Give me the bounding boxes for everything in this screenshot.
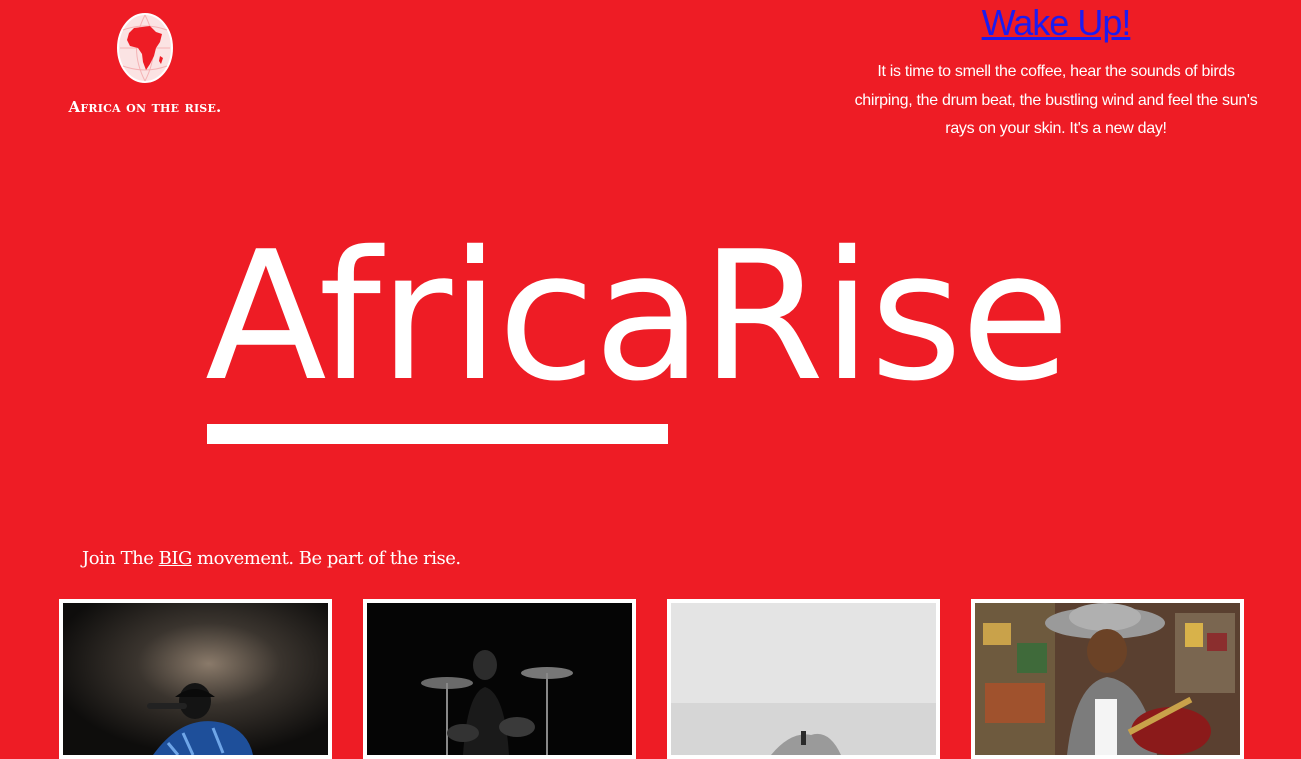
guitarist-photo	[975, 603, 1240, 755]
logo-tagline: Africa on the rise.	[68, 98, 222, 116]
photo-card-guitarist[interactable]	[971, 599, 1244, 759]
drummer-photo	[367, 603, 632, 755]
wake-up-section: Wake Up! It is time to smell the coffee,…	[850, 0, 1262, 144]
hero-word-rise: Rise	[700, 213, 1070, 420]
site-logo[interactable]: Africa on the rise.	[58, 12, 232, 116]
join-movement-text: Join The BIG movement. Be part of the ri…	[82, 548, 461, 569]
wake-up-text: It is time to smell the coffee, hear the…	[854, 63, 1258, 137]
photo-card-drummer[interactable]	[363, 599, 636, 759]
join-text-before: Join The	[82, 548, 159, 569]
photo-card-singer[interactable]	[59, 599, 332, 759]
hero-wordmark: AfricaRise	[205, 228, 1070, 406]
hero-word-africa: Africa	[205, 213, 703, 420]
join-big-link[interactable]: BIG	[159, 548, 193, 569]
landscape-photo	[671, 603, 936, 755]
hero-underline	[207, 424, 668, 444]
photo-card-landscape[interactable]	[667, 599, 940, 759]
africa-globe-icon	[117, 13, 173, 83]
wake-up-link[interactable]: Wake Up!	[982, 2, 1132, 44]
singer-photo	[63, 603, 328, 755]
join-text-after: movement. Be part of the rise.	[191, 548, 461, 569]
